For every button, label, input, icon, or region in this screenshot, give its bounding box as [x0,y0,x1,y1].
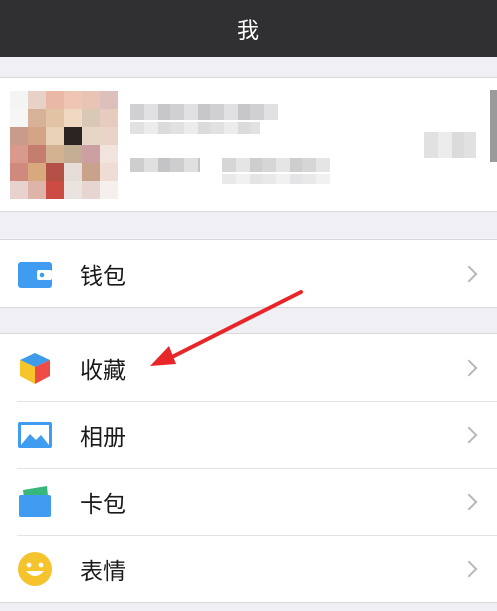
menu-item-stickers[interactable]: 表情 [0,535,497,602]
menu-item-label: 收藏 [80,357,126,384]
features-group: 收藏 相册 卡包 表情 [0,333,497,603]
wallet-icon [17,256,53,292]
avatar[interactable] [10,91,118,199]
menu-item-favorites[interactable]: 收藏 [0,334,497,401]
card-holder-icon [17,484,53,520]
page-title: 我 [236,18,260,44]
qr-code-blurred[interactable] [424,132,476,158]
chevron-right-icon [460,265,478,282]
chevron-right-icon [460,493,478,510]
menu-item-cards[interactable]: 卡包 [0,468,497,535]
nickname-blurred-shadow [130,122,260,134]
favorites-cube-icon [17,350,53,386]
menu-item-label: 相册 [80,424,126,451]
menu-item-album[interactable]: 相册 [0,401,497,468]
account-id-blurred [222,158,330,172]
profile-card[interactable] [0,77,497,212]
menu-item-label: 表情 [80,558,126,585]
chevron-right-icon [460,359,478,376]
menu-item-wallet[interactable]: 钱包 [0,240,497,307]
scroll-edge [490,90,497,162]
chevron-right-icon [460,560,478,577]
wallet-group: 钱包 [0,239,497,308]
album-icon [17,417,53,453]
menu-item-label: 钱包 [80,263,126,290]
emoji-icon [17,551,53,587]
menu-item-label: 卡包 [80,491,126,518]
account-id-blurred-shadow [222,174,330,184]
chevron-right-icon [460,426,478,443]
account-id-label-blurred [130,158,200,172]
nickname-blurred [130,104,278,120]
top-navigation-bar: 我 [0,0,497,57]
